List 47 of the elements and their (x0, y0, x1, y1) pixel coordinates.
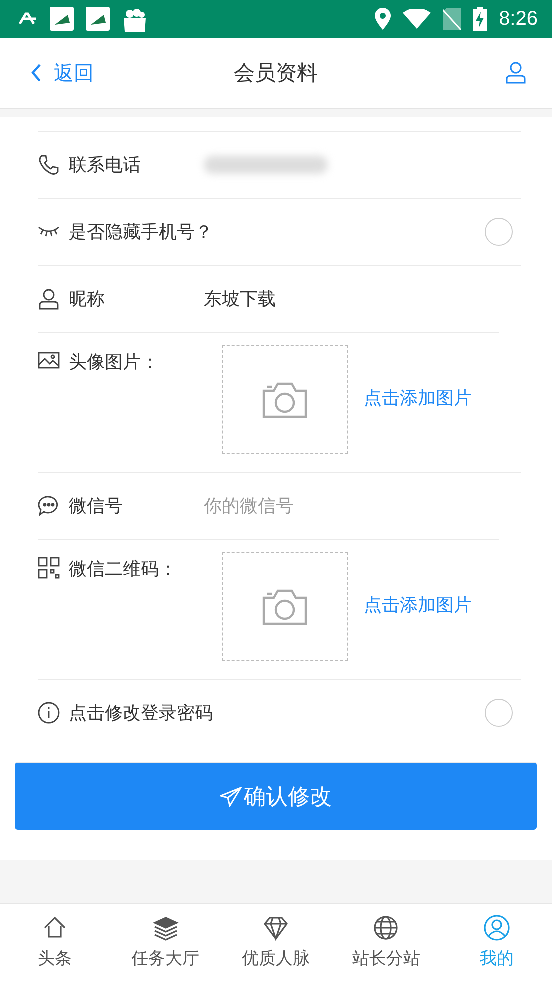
closed-eye-icon (38, 226, 60, 238)
tab-item[interactable]: 站长分站 (331, 904, 442, 981)
chevron-left-icon (30, 63, 42, 83)
user-icon (38, 288, 60, 310)
tab-item[interactable]: 我的 (442, 904, 552, 981)
image-upload-box[interactable] (222, 345, 348, 454)
nickname-value: 东坡下载 (204, 288, 276, 311)
battery-charging-icon (473, 7, 488, 31)
chat-bubble-icon (38, 495, 60, 517)
camera-icon (262, 588, 308, 626)
bag-icon (122, 6, 148, 32)
app-notification-icon (86, 7, 110, 31)
radio-button[interactable] (485, 218, 513, 246)
field-label: 是否隐藏手机号？ (69, 221, 213, 244)
wifi-icon (403, 9, 432, 29)
field-label: 昵称 (69, 288, 105, 311)
tab-item[interactable]: 头条 (0, 904, 110, 981)
clock-time: 8:26 (499, 8, 538, 30)
home-icon (42, 915, 68, 941)
user-icon[interactable] (506, 62, 526, 84)
field-label: 微信二维码： (69, 558, 177, 581)
field-label: 微信号 (69, 495, 123, 518)
qr-code-icon (38, 557, 60, 579)
add-image-link[interactable]: 点击添加图片 (364, 386, 472, 410)
confirm-button[interactable]: 确认修改 (15, 762, 537, 830)
back-button[interactable]: 返回 (0, 53, 94, 93)
phone-icon (38, 154, 60, 176)
field-label: 联系电话 (69, 154, 141, 177)
no-sim-icon (443, 8, 462, 30)
diamond-icon (263, 915, 290, 941)
image-upload-box[interactable] (222, 552, 348, 661)
location-icon (375, 8, 392, 30)
app-logo-icon (18, 12, 38, 26)
field-label: 点击修改登录密码 (69, 702, 213, 725)
tab-item[interactable]: 任务大厅 (110, 904, 221, 981)
user-icon (484, 915, 510, 941)
info-icon (38, 702, 60, 724)
layers-icon (152, 915, 179, 941)
add-image-link[interactable]: 点击添加图片 (364, 593, 472, 617)
paper-plane-icon (220, 786, 242, 806)
field-label: 头像图片： (69, 351, 159, 374)
radio-button[interactable] (485, 699, 513, 727)
tab-item[interactable]: 优质人脉 (220, 904, 332, 981)
camera-icon (262, 380, 308, 418)
globe-icon (373, 915, 400, 941)
page-title: 会员资料 (234, 60, 318, 87)
app-notification-icon (50, 7, 74, 31)
